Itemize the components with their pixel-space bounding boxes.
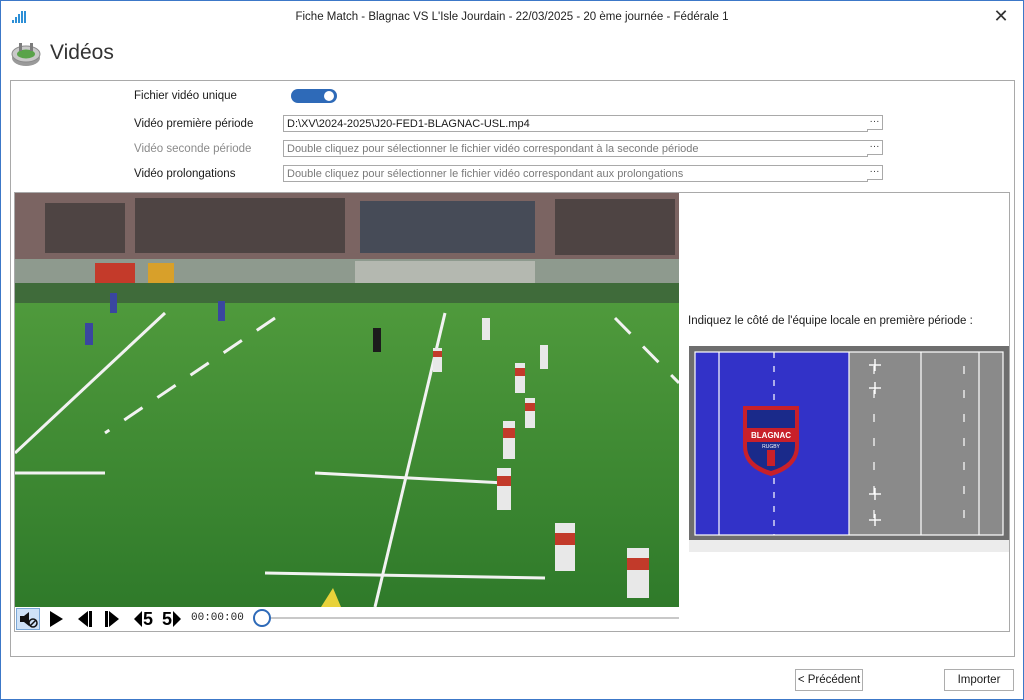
first-half-label: Vidéo première période xyxy=(134,118,254,130)
close-button[interactable]: ✕ xyxy=(992,6,1010,26)
rewind-icon xyxy=(133,611,142,627)
first-half-browse-button[interactable]: ··· xyxy=(867,115,883,130)
away-half[interactable] xyxy=(849,352,979,535)
second-half-browse-button[interactable]: ··· xyxy=(867,140,883,155)
play-button[interactable] xyxy=(45,608,67,630)
toggle-knob xyxy=(324,91,334,101)
forward-5s-button[interactable]: 5 xyxy=(159,608,185,630)
step-forward-icon xyxy=(105,611,119,627)
seek-thumb[interactable] xyxy=(253,609,271,627)
team-logo-subtext: RUGBY xyxy=(762,444,780,450)
team-logo-text: BLAGNAC xyxy=(751,431,791,440)
fast-forward-icon xyxy=(173,611,181,627)
extra-time-label: Vidéo prolongations xyxy=(134,168,236,180)
rewind-5s-label: 5 xyxy=(142,608,153,629)
play-icon xyxy=(50,611,63,627)
second-half-field[interactable]: Double cliquez pour sélectionner le fich… xyxy=(283,140,868,157)
window-title: Fiche Match - Blagnac VS L'Isle Jourdain… xyxy=(295,11,729,23)
stadium-icon xyxy=(10,40,42,68)
time-display: 00:00:00 xyxy=(191,612,244,624)
step-back-icon xyxy=(78,611,92,627)
rewind-5s-button[interactable]: 5 xyxy=(130,608,156,630)
single-file-label: Fichier vidéo unique xyxy=(134,90,237,102)
second-half-label: Vidéo seconde période xyxy=(134,143,252,155)
import-button[interactable]: Importer xyxy=(944,669,1014,691)
forward-5s-label: 5 xyxy=(161,608,172,629)
pitch-side-selector[interactable]: BLAGNAC RUGBY xyxy=(689,346,1009,552)
player-controls: 5 5 00:00:00 xyxy=(15,607,679,631)
extra-time-browse-button[interactable]: ··· xyxy=(867,165,883,180)
speaker-muted-icon xyxy=(20,612,38,628)
single-file-toggle[interactable] xyxy=(291,89,337,103)
first-half-field[interactable]: D:\XV\2024-2025\J20-FED1-BLAGNAC-USL.mp4 xyxy=(283,115,868,132)
mute-button[interactable] xyxy=(16,608,40,630)
next-frame-button[interactable] xyxy=(102,608,124,630)
seek-track[interactable] xyxy=(263,617,679,619)
video-preview[interactable] xyxy=(15,193,679,607)
previous-frame-button[interactable] xyxy=(73,608,95,630)
side-prompt: Indiquez le côté de l'équipe locale en p… xyxy=(688,315,973,327)
team-logo: BLAGNAC RUGBY xyxy=(743,406,799,476)
extra-time-field[interactable]: Double cliquez pour sélectionner le fich… xyxy=(283,165,868,182)
page-title: Vidéos xyxy=(50,41,114,64)
previous-button[interactable]: < Précédent xyxy=(795,669,863,691)
